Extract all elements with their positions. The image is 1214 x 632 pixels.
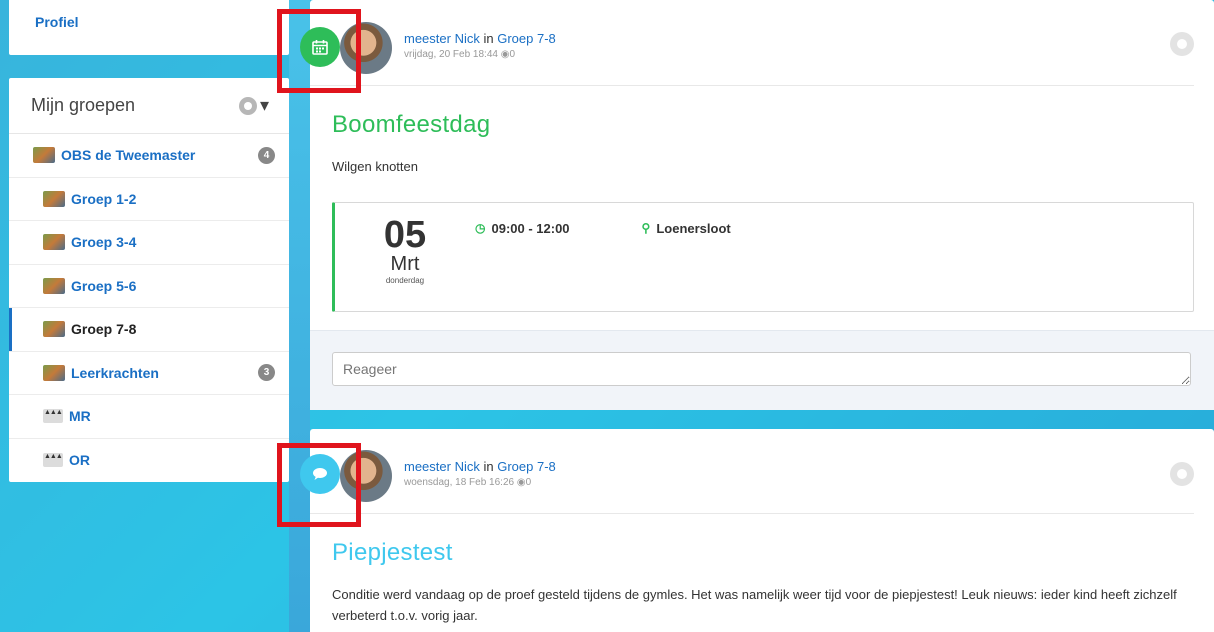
group-thumbnail [43,190,65,207]
my-groups-header: Mijn groepen ▾ [9,78,289,134]
post-title: Boomfeestdag [332,111,491,138]
post-card: meester Nick in Groep 7-8 woensdag, 18 F… [300,429,1214,632]
group-item-label: MR [69,408,91,425]
clock-icon: ◷ [475,221,486,235]
post-header: meester Nick in Groep 7-8 woensdag, 18 F… [310,429,1194,514]
eye-icon: ◉ [516,477,526,488]
people-icon [43,409,63,424]
count-badge: 4 [258,146,275,164]
post-text: Wilgen knotten [332,159,418,174]
group-item-groep-3-4[interactable]: Groep 3-4 [9,221,289,265]
post-settings-gear-icon[interactable] [1170,462,1194,486]
group-thumbnail [33,147,55,164]
group-item-label: Groep 1-2 [71,190,137,207]
group-thumbnail [43,234,65,251]
event-time: ◷ 09:00 - 12:00 [475,203,570,311]
gear-icon [238,96,257,115]
author-link[interactable]: meester Nick [404,459,480,474]
group-item-or[interactable]: OR [9,439,289,483]
sidebar: Profiel Mijn groepen ▾ OBS de Tweemaster… [9,0,289,482]
group-item-label: Leerkrachten [71,364,159,381]
group-item-label: OR [69,452,90,469]
group-item-label: OBS de Tweemaster [61,147,196,164]
group-item-label: Groep 7-8 [71,321,137,338]
event-location-value: Loenersloot [656,221,731,236]
view-count: 0 [509,49,516,60]
groups-settings-button[interactable]: ▾ [238,95,269,116]
in-word: in [483,459,494,474]
group-item-mr[interactable]: MR [9,395,289,439]
reply-area [310,330,1214,410]
post-meta: meester Nick in Groep 7-8 woensdag, 18 F… [404,450,556,488]
event-date: 05 Mrt donderdag [335,203,475,311]
group-thumbnail [43,364,65,381]
profile-link[interactable]: Profiel [35,14,79,30]
profile-box: Profiel [9,0,289,55]
highlight-box [277,9,361,93]
people-icon [43,453,63,468]
event-time-value: 09:00 - 12:00 [491,221,570,236]
post-header: meester Nick in Groep 7-8 vrijdag, 20 Fe… [310,0,1194,86]
group-link[interactable]: Groep 7-8 [497,31,556,46]
post-title: Piepjestest [332,539,453,566]
post-date: woensdag, 18 Feb 16:26 [404,477,515,488]
post-text: Conditie werd vandaag op de proef gestel… [332,587,1177,623]
count-badge: 3 [258,364,275,382]
my-groups-title: Mijn groepen [31,95,136,115]
event-location: ⚲ Loenersloot [642,203,731,311]
timeline-strip [289,0,310,632]
post-date: vrijdag, 20 Feb 18:44 [404,49,498,60]
group-item-groep-7-8[interactable]: Groep 7-8 [9,308,289,352]
view-count: 0 [525,477,532,488]
group-item-groep-5-6[interactable]: Groep 5-6 [9,265,289,308]
group-link[interactable]: Groep 7-8 [497,459,556,474]
event-weekday: donderdag [385,276,425,285]
post-card: meester Nick in Groep 7-8 vrijdag, 20 Fe… [300,0,1214,410]
caret-down-icon: ▾ [259,95,269,115]
highlight-box [277,443,361,527]
group-item-label: Groep 3-4 [71,234,137,251]
post-settings-gear-icon[interactable] [1170,32,1194,56]
event-month: Mrt [390,253,420,275]
group-item-label: Groep 5-6 [71,277,137,294]
event-details: 05 Mrt donderdag ◷ 09:00 - 12:00 ⚲ Loene… [332,202,1194,312]
group-thumbnail [43,277,65,294]
group-thumbnail [43,321,65,338]
reply-input[interactable] [332,352,1191,386]
group-item-leerkrachten[interactable]: Leerkrachten 3 [9,352,289,395]
post-feed: meester Nick in Groep 7-8 vrijdag, 20 Fe… [300,0,1214,632]
group-item-obs-de-tweemaster[interactable]: OBS de Tweemaster 4 [9,134,289,178]
in-word: in [483,31,494,46]
author-link[interactable]: meester Nick [404,31,480,46]
post-meta: meester Nick in Groep 7-8 vrijdag, 20 Fe… [404,22,556,60]
map-pin-icon: ⚲ [641,221,651,235]
event-day: 05 [383,214,427,256]
group-item-groep-1-2[interactable]: Groep 1-2 [9,178,289,221]
my-groups-panel: Mijn groepen ▾ OBS de Tweemaster 4 Groep… [9,78,289,482]
